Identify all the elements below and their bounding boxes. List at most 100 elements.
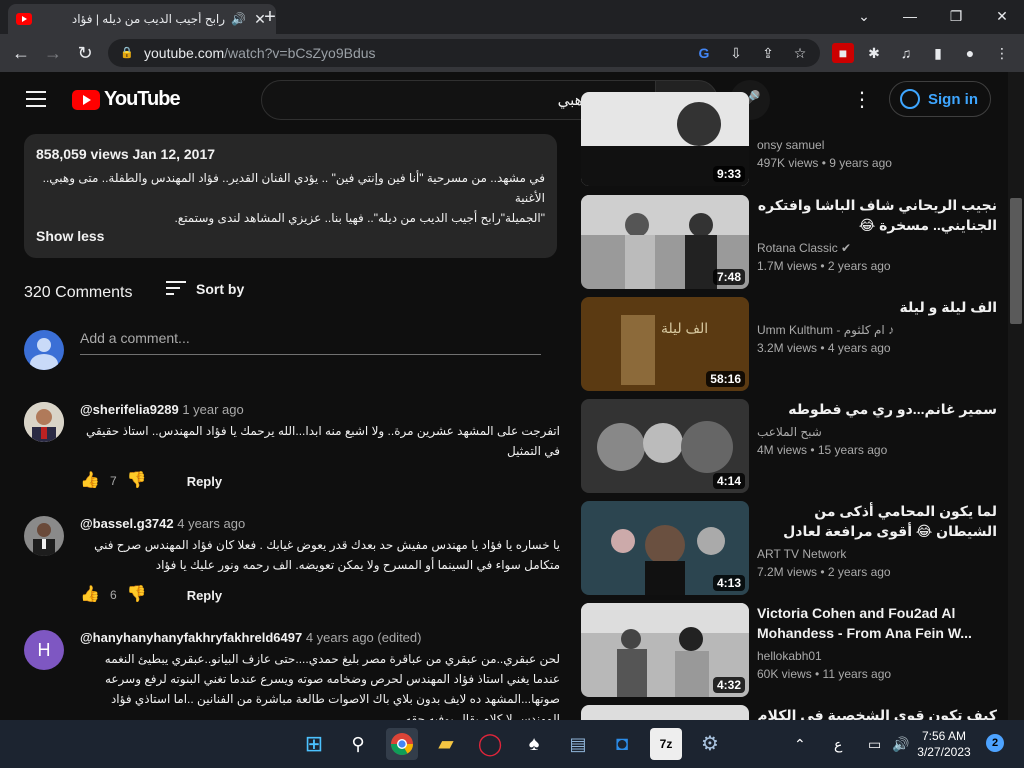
volume-icon[interactable]: 🔊 xyxy=(892,736,909,753)
video-title[interactable]: سمير غانم...دو ري مي فطوطه xyxy=(757,399,997,419)
related-video[interactable]: 9:33 onsy samuel 497K views • 9 years ag… xyxy=(581,92,1001,186)
video-title[interactable]: الف ليلة و ليلة xyxy=(757,297,997,317)
avatar[interactable] xyxy=(24,516,64,556)
reload-button[interactable]: ↻ xyxy=(72,41,98,65)
comments-count: 320 Comments xyxy=(24,284,133,301)
channel-name[interactable]: Rotana Classic ✔ xyxy=(757,241,997,255)
view-count-date: 858,059 views Jan 12, 2017 xyxy=(36,146,216,162)
video-thumbnail[interactable]: 4:32 xyxy=(581,603,749,697)
notification-badge[interactable]: 2 xyxy=(986,734,1004,752)
7zip-icon[interactable]: 7z xyxy=(650,728,682,760)
network-icon[interactable]: ▭ xyxy=(868,736,881,753)
comment-time[interactable]: 4 years ago xyxy=(177,516,245,531)
related-video[interactable]: كيف تكون قوي الشخصية في الكلام الدكتور xyxy=(581,705,1001,720)
comment-header: @bassel.g3742 4 years ago xyxy=(80,516,560,531)
video-title[interactable]: لما يكون المحامي أذكى من الشيطان 😂 أقوى … xyxy=(757,501,997,541)
tray-overflow-icon[interactable]: ⌃ xyxy=(794,736,806,753)
comment-time[interactable]: 4 years ago (edited) xyxy=(306,630,422,645)
video-meta: 1.7M views • 2 years ago xyxy=(757,259,891,273)
video-meta: 3.2M views • 4 years ago xyxy=(757,341,891,355)
related-video[interactable]: 4:32 Victoria Cohen and Fou2ad Al Mohand… xyxy=(581,603,1001,697)
scrollbar-thumb[interactable] xyxy=(1010,198,1022,324)
show-less-button[interactable]: Show less xyxy=(36,228,104,244)
bookmark-star-icon[interactable]: ☆ xyxy=(790,44,810,62)
side-panel-icon[interactable]: ▮ xyxy=(927,43,949,63)
audio-playing-icon[interactable]: 🔊 xyxy=(231,12,246,26)
related-video[interactable]: الف ليلة 58:16 الف ليلة و ليلة Umm Kulth… xyxy=(581,297,1001,391)
extension-icon[interactable]: ■ xyxy=(832,43,854,63)
video-title[interactable]: نجيب الريحاني شاف الباشا وافتكره الجناين… xyxy=(757,195,997,235)
address-bar[interactable]: 🔒 youtube.com/watch?v=bCsZyo9Bdus G ⇩ ⇪ … xyxy=(108,39,820,67)
search-icon[interactable]: ⚲ xyxy=(342,728,374,760)
media-control-icon[interactable]: ♫ xyxy=(895,43,917,63)
youtube-logo[interactable]: YouTube xyxy=(72,88,181,111)
reply-button[interactable]: Reply xyxy=(187,474,222,489)
channel-name[interactable]: شبح الملاعب xyxy=(757,425,997,439)
tab-search-icon[interactable]: ⌄ xyxy=(844,4,884,28)
comment-author[interactable]: @sherifelia9289 xyxy=(80,402,179,417)
video-description[interactable]: 858,059 views Jan 12, 2017 في مشهد.. من … xyxy=(24,134,557,258)
app-icon[interactable]: ◘ xyxy=(606,728,638,760)
channel-name[interactable]: Umm Kulthum - ام كلثوم ♪ xyxy=(757,323,997,337)
share-icon[interactable]: ⇪ xyxy=(758,44,778,62)
google-lens-icon[interactable]: G xyxy=(694,44,714,62)
video-thumbnail[interactable]: 4:14 xyxy=(581,399,749,493)
comment-time[interactable]: 1 year ago xyxy=(182,402,243,417)
input-language[interactable]: ع xyxy=(834,736,842,753)
related-video[interactable]: 7:48 نجيب الريحاني شاف الباشا وافتكره ال… xyxy=(581,195,1001,289)
install-app-icon[interactable]: ⇩ xyxy=(726,44,746,62)
profile-icon[interactable]: ● xyxy=(959,43,981,63)
video-title[interactable]: Victoria Cohen and Fou2ad Al Mohandess -… xyxy=(757,603,997,643)
comment-author[interactable]: @bassel.g3742 xyxy=(80,516,174,531)
video-thumbnail[interactable]: 9:33 xyxy=(581,92,749,186)
dislike-icon[interactable]: 👎 xyxy=(127,471,147,491)
comment-text: لحن عبقري..من عبقري من عباقرة مصر بليغ ح… xyxy=(104,652,560,720)
extensions-puzzle-icon[interactable]: ✱ xyxy=(863,43,885,63)
video-title[interactable]: كيف تكون قوي الشخصية في الكلام الدكتور xyxy=(757,705,997,720)
browser-tab[interactable]: رابح أجيب الديب من ديله | فؤاد 🔊 ✕ xyxy=(8,4,276,34)
system-clock[interactable]: 7:56 AM 3/27/2023 xyxy=(912,728,976,760)
description-line: في مشهد.. من مسرحية "أنا فين وإنتي فين" … xyxy=(42,171,545,205)
comment-author[interactable]: @hanyhanyhanyfakhryfakhreld6497 xyxy=(80,630,302,645)
restore-button[interactable]: ❐ xyxy=(936,4,976,28)
music-note-icon: ♪ xyxy=(888,323,895,337)
comment-item: @bassel.g3742 4 years ago يا خساره يا فؤ… xyxy=(24,516,564,612)
channel-name[interactable]: hellokabh01 xyxy=(757,649,997,663)
settings-gear-icon[interactable]: ⚙ xyxy=(694,728,726,760)
chrome-icon[interactable] xyxy=(386,728,418,760)
menu-icon[interactable] xyxy=(26,91,46,107)
chrome-menu-icon[interactable]: ⋮ xyxy=(991,43,1013,63)
related-video[interactable]: 4:13 لما يكون المحامي أذكى من الشيطان 😂 … xyxy=(581,501,1001,595)
tab-title: رابح أجيب الديب من ديله | فؤاد xyxy=(71,12,226,26)
video-meta: 7.2M views • 2 years ago xyxy=(757,565,891,579)
channel-name[interactable]: ART TV Network xyxy=(757,547,997,561)
comment-item: @sherifelia9289 1 year ago اتفرجت على ال… xyxy=(24,402,564,498)
photos-icon[interactable]: ▤ xyxy=(562,728,594,760)
page-scrollbar[interactable] xyxy=(1008,72,1024,720)
avatar[interactable] xyxy=(24,402,64,442)
avatar[interactable]: H xyxy=(24,630,64,670)
channel-name[interactable]: onsy samuel xyxy=(757,138,997,152)
like-icon[interactable]: 👍 xyxy=(80,585,100,605)
file-explorer-icon[interactable]: ▰ xyxy=(430,728,462,760)
related-video[interactable]: 4:14 سمير غانم...دو ري مي فطوطه شبح المل… xyxy=(581,399,1001,493)
solitaire-icon[interactable]: ♠ xyxy=(518,728,550,760)
reply-button[interactable]: Reply xyxy=(187,588,222,603)
opera-icon[interactable]: ◯ xyxy=(474,728,506,760)
add-comment-input[interactable]: Add a comment... xyxy=(80,330,541,355)
video-thumbnail[interactable] xyxy=(581,705,749,720)
forward-button[interactable]: → xyxy=(40,41,66,65)
minimize-button[interactable]: — xyxy=(890,4,930,28)
back-button[interactable]: ← xyxy=(8,41,34,65)
close-window-button[interactable]: ✕ xyxy=(982,4,1022,28)
lock-icon[interactable]: 🔒 xyxy=(120,46,134,60)
video-thumbnail[interactable]: 4:13 xyxy=(581,501,749,595)
windows-start-icon[interactable]: ⊞ xyxy=(298,728,330,760)
new-tab-button[interactable]: + xyxy=(258,6,282,28)
video-thumbnail[interactable]: 7:48 xyxy=(581,195,749,289)
sort-by-button[interactable]: Sort by xyxy=(166,281,244,297)
like-icon[interactable]: 👍 xyxy=(80,471,100,491)
video-thumbnail[interactable]: الف ليلة 58:16 xyxy=(581,297,749,391)
dislike-icon[interactable]: 👎 xyxy=(127,585,147,605)
clock-time: 7:56 AM xyxy=(921,729,967,743)
